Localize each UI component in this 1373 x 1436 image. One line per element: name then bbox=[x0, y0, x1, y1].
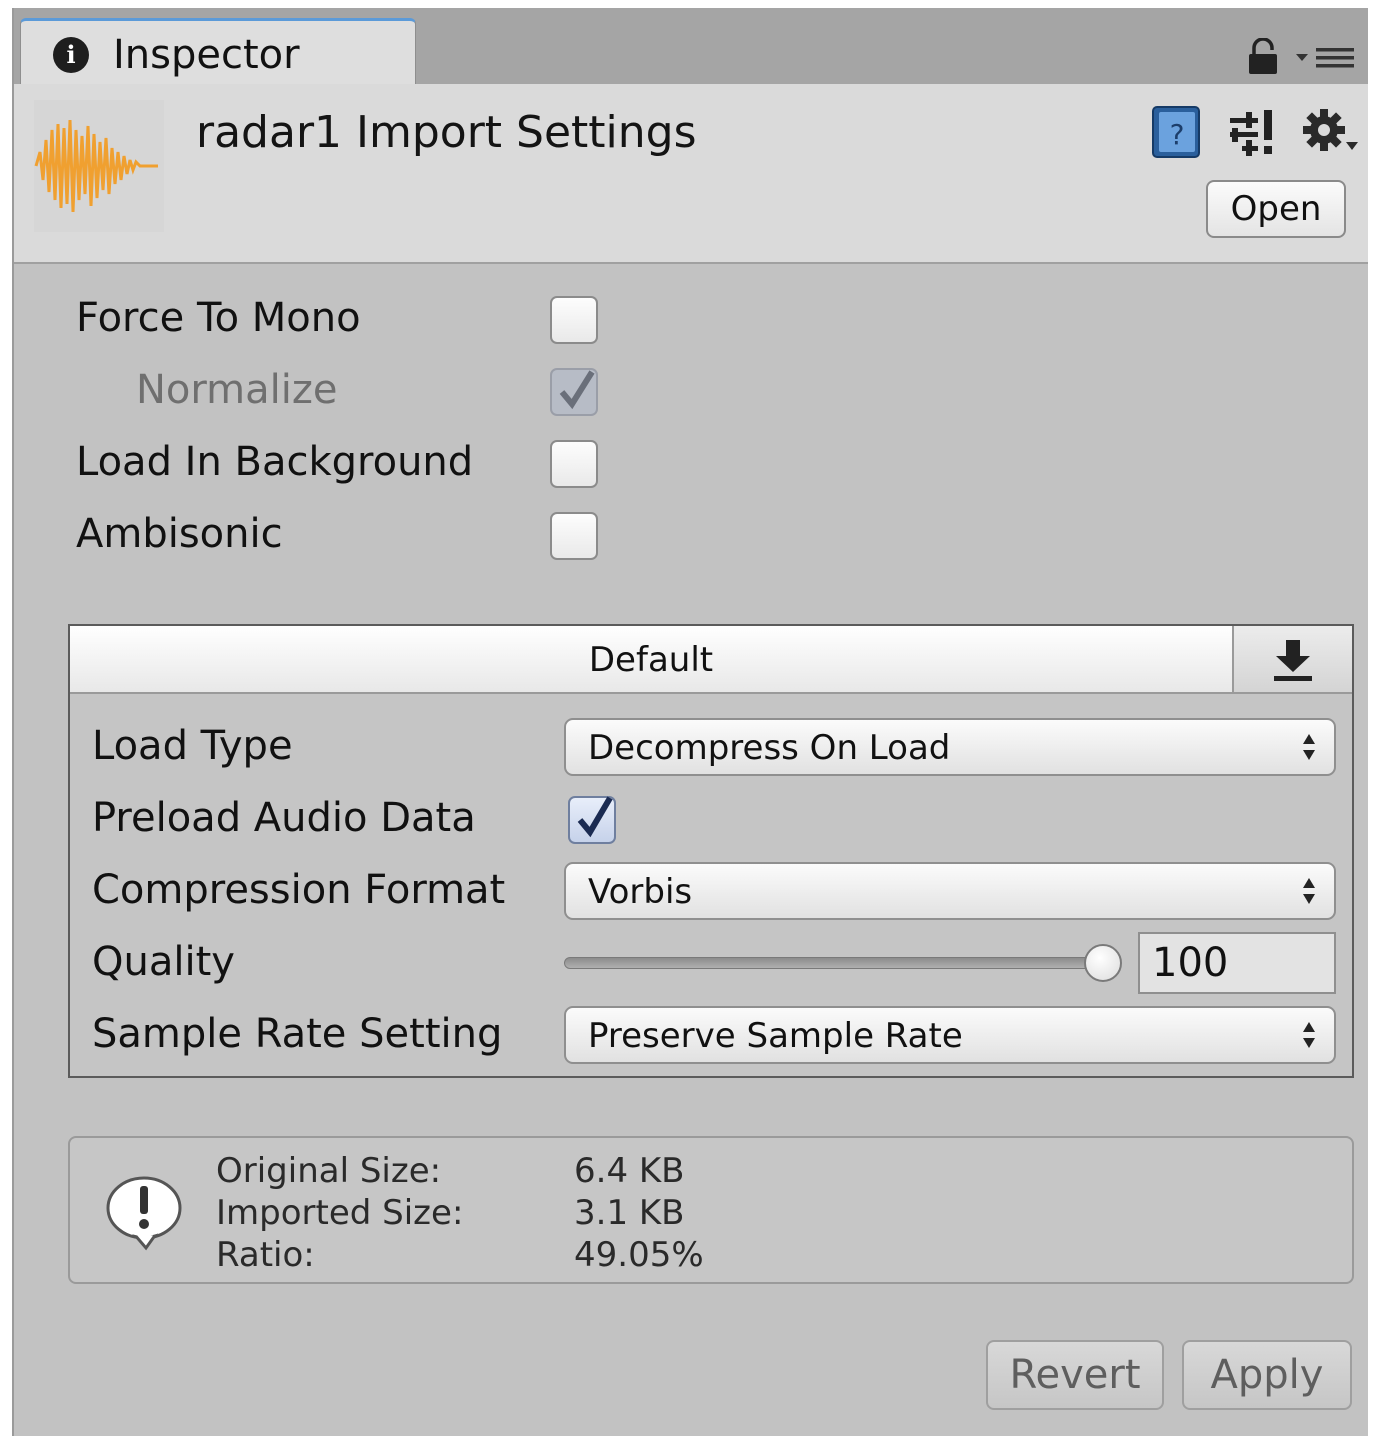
quality-label: Quality bbox=[92, 939, 235, 985]
check-icon bbox=[559, 370, 595, 410]
import-info-box: Original Size: 6.4 KB Imported Size: 3.1… bbox=[68, 1136, 1354, 1284]
download-icon bbox=[1274, 640, 1312, 681]
original-size-value: 6.4 KB bbox=[574, 1151, 685, 1191]
sample-rate-setting-label: Sample Rate Setting bbox=[92, 1011, 503, 1057]
dropdown-arrows-icon bbox=[1303, 734, 1315, 760]
load-type-label: Load Type bbox=[92, 723, 293, 769]
info-bubble-icon bbox=[106, 1176, 182, 1251]
lock-icon[interactable] bbox=[1246, 38, 1280, 74]
platform-tab-default[interactable]: Default bbox=[70, 626, 1352, 694]
imported-size-value: 3.1 KB bbox=[574, 1193, 685, 1233]
quality-input[interactable] bbox=[1138, 932, 1336, 994]
preset-sliders-icon[interactable] bbox=[1228, 108, 1276, 158]
gear-icon[interactable] bbox=[1300, 106, 1360, 158]
tab-bar: i Inspector bbox=[14, 8, 1368, 86]
tab-inspector-label: Inspector bbox=[113, 32, 300, 78]
compression-format-label: Compression Format bbox=[92, 867, 506, 913]
ambisonic-label: Ambisonic bbox=[76, 511, 283, 557]
load-in-background-label: Load In Background bbox=[76, 439, 474, 485]
sample-rate-setting-value: Preserve Sample Rate bbox=[588, 1016, 963, 1056]
download-button[interactable] bbox=[1232, 626, 1352, 692]
preload-audio-data-label: Preload Audio Data bbox=[92, 795, 476, 841]
imported-size-label: Imported Size: bbox=[216, 1193, 464, 1233]
ratio-value: 49.05% bbox=[574, 1235, 704, 1275]
force-to-mono-label: Force To Mono bbox=[76, 295, 361, 341]
help-book-icon[interactable]: ? bbox=[1150, 104, 1204, 160]
load-type-dropdown[interactable]: Decompress On Load bbox=[564, 718, 1336, 776]
normalize-checkbox[interactable] bbox=[550, 368, 598, 416]
quality-slider-track[interactable] bbox=[564, 957, 1104, 969]
force-to-mono-checkbox[interactable] bbox=[550, 296, 598, 344]
original-size-label: Original Size: bbox=[216, 1151, 442, 1191]
load-in-background-checkbox[interactable] bbox=[550, 440, 598, 488]
inspector-window: i Inspector radar1 Import Settings ? Ope… bbox=[12, 8, 1368, 1436]
platform-title: Default bbox=[588, 640, 714, 680]
info-icon: i bbox=[53, 37, 89, 73]
quality-slider-thumb[interactable] bbox=[1084, 944, 1122, 982]
apply-button[interactable]: Apply bbox=[1182, 1340, 1352, 1410]
dropdown-arrows-icon bbox=[1303, 1022, 1315, 1048]
asset-title: radar1 Import Settings bbox=[196, 107, 697, 158]
compression-format-value: Vorbis bbox=[588, 872, 693, 912]
ratio-label: Ratio: bbox=[216, 1235, 315, 1275]
asset-header: radar1 Import Settings ? Open bbox=[14, 84, 1368, 264]
load-type-value: Decompress On Load bbox=[588, 728, 951, 768]
revert-button[interactable]: Revert bbox=[986, 1340, 1164, 1410]
sample-rate-setting-dropdown[interactable]: Preserve Sample Rate bbox=[564, 1006, 1336, 1064]
compression-format-dropdown[interactable]: Vorbis bbox=[564, 862, 1336, 920]
tab-menu-icon[interactable] bbox=[1294, 42, 1358, 72]
ambisonic-checkbox[interactable] bbox=[550, 512, 598, 560]
check-icon bbox=[577, 796, 613, 838]
audio-waveform-icon bbox=[34, 100, 164, 232]
open-button[interactable]: Open bbox=[1206, 180, 1346, 238]
preload-audio-data-checkbox[interactable] bbox=[568, 796, 616, 844]
dropdown-arrows-icon bbox=[1303, 878, 1315, 904]
tab-inspector[interactable]: i Inspector bbox=[20, 18, 416, 86]
platform-settings-panel: Default Load Type Decompress On Load Pre… bbox=[68, 624, 1354, 1078]
svg-text:?: ? bbox=[1170, 118, 1185, 151]
normalize-label: Normalize bbox=[136, 367, 338, 413]
